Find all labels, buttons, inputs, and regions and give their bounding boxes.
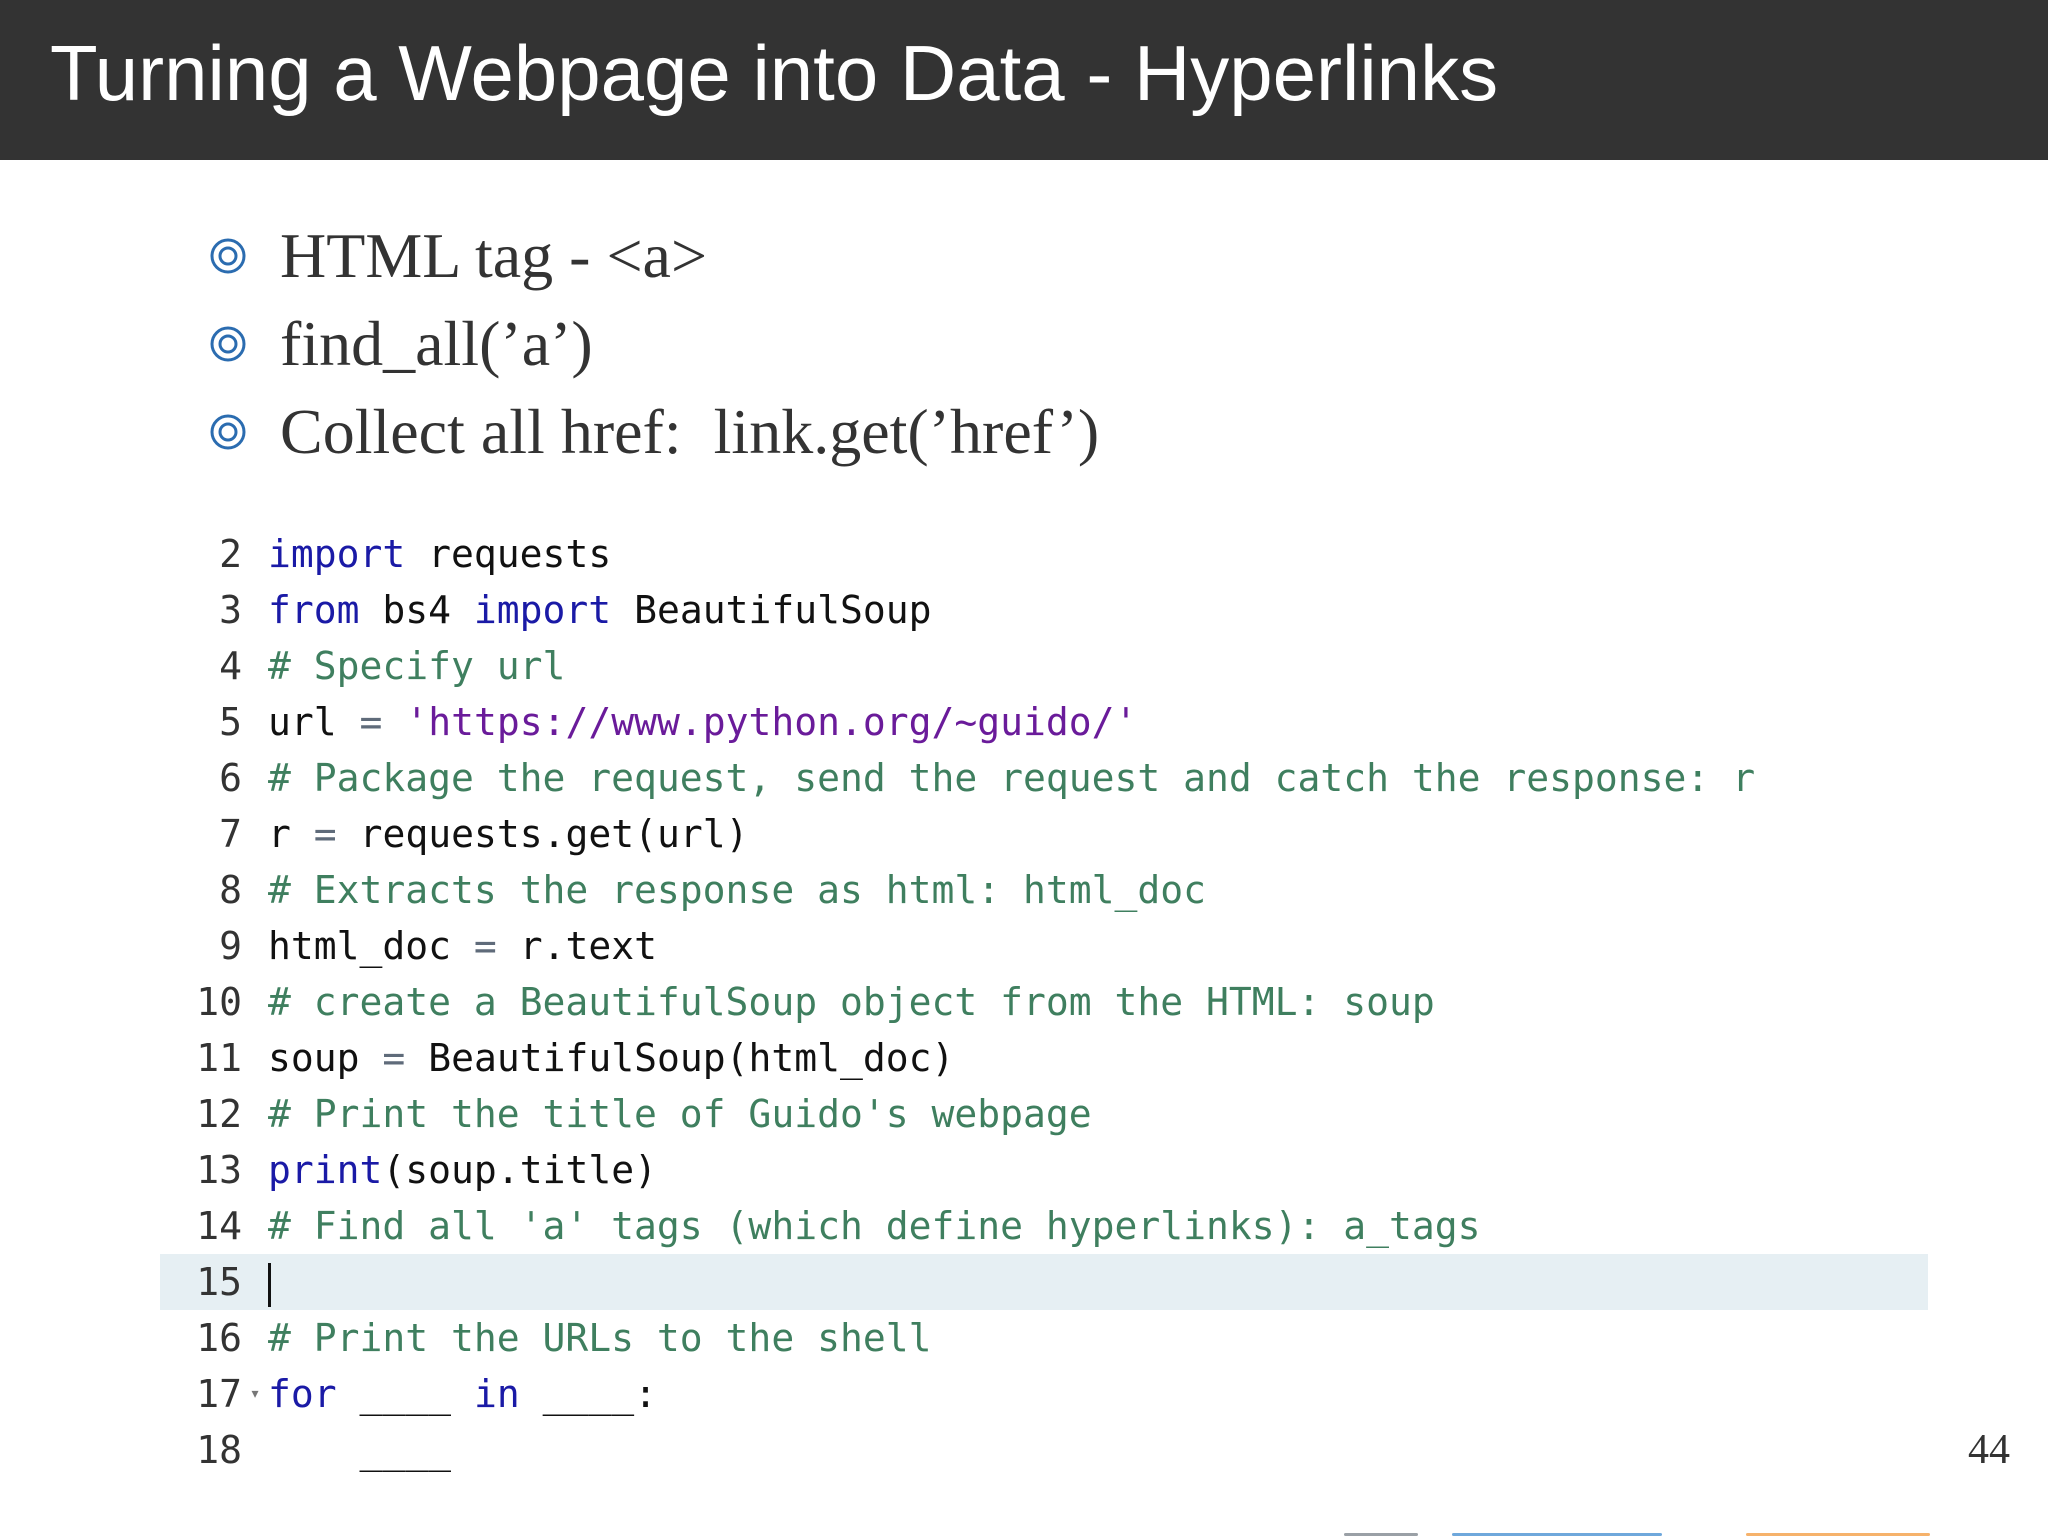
code-line[interactable]: 10 # create a BeautifulSoup object from t…: [160, 974, 1928, 1030]
code-text: # Print the URLs to the shell: [268, 1316, 932, 1360]
line-number: 2: [219, 532, 242, 576]
title-bar: Turning a Webpage into Data - Hyperlinks: [0, 0, 2048, 160]
line-number: 16: [196, 1316, 242, 1360]
line-number: 10: [196, 980, 242, 1024]
code-text: # Extracts the response as html: html_do…: [268, 868, 1206, 912]
slide-title: Turning a Webpage into Data - Hyperlinks: [50, 29, 1499, 117]
code-text: import requests: [268, 532, 612, 576]
line-number: 9: [219, 924, 242, 968]
line-number: 4: [219, 644, 242, 688]
code-line[interactable]: 2 import requests: [160, 526, 1928, 582]
code-line[interactable]: 4 # Specify url: [160, 638, 1928, 694]
line-number: 3: [219, 588, 242, 632]
code-text: # Find all 'a' tags (which define hyperl…: [268, 1204, 1481, 1248]
circle-bullet-icon: [210, 414, 246, 450]
bullet-item: HTML tag - <a>: [208, 212, 1099, 300]
bullet-text: HTML tag - <a>: [280, 220, 708, 291]
line-number: 17: [196, 1372, 242, 1416]
code-text: # Print the title of Guido's webpage: [268, 1092, 1092, 1136]
text-cursor: [268, 1262, 271, 1307]
code-line[interactable]: 6 # Package the request, send the request…: [160, 750, 1928, 806]
bullet-text: Collect all href: link.get(’href’): [280, 396, 1100, 467]
code-line[interactable]: 5 url = 'https://www.python.org/~guido/': [160, 694, 1928, 750]
line-number: 5: [219, 700, 242, 744]
line-number: 6: [219, 756, 242, 800]
line-number: 15: [196, 1260, 242, 1304]
code-line[interactable]: 17 ▾ for ____ in ____:: [160, 1366, 1928, 1422]
line-number: 8: [219, 868, 242, 912]
code-text: r = requests.get(url): [268, 812, 749, 856]
code-text: # Package the request, send the request …: [268, 756, 1756, 800]
slide: Turning a Webpage into Data - Hyperlinks…: [0, 0, 2048, 1536]
bullet-item: find_all(’a’): [208, 300, 1099, 388]
bullet-text: find_all(’a’): [280, 308, 593, 379]
code-text: ____: [359, 1428, 452, 1472]
code-line[interactable]: 9 html_doc = r.text: [160, 918, 1928, 974]
line-number: 7: [219, 812, 242, 856]
code-line[interactable]: 15: [160, 1254, 1928, 1310]
line-number: 14: [196, 1204, 242, 1248]
page-number: 44: [1968, 1427, 2010, 1473]
code-line[interactable]: 11 soup = BeautifulSoup(html_doc): [160, 1030, 1928, 1086]
code-line[interactable]: 8 # Extracts the response as html: html_d…: [160, 862, 1928, 918]
code-editor[interactable]: 2 import requests 3 from bs4 import Beautif…: [160, 526, 1928, 1520]
code-text: url = 'https://www.python.org/~guido/': [268, 700, 1138, 744]
code-text: from bs4 import BeautifulSoup: [268, 588, 932, 632]
code-line[interactable]: 16 # Print the URLs to the shell: [160, 1310, 1928, 1366]
line-number: 13: [196, 1148, 242, 1192]
code-text: for ____ in ____:: [268, 1372, 657, 1416]
code-line[interactable]: 14 # Find all 'a' tags (which define hype…: [160, 1198, 1928, 1254]
circle-bullet-icon: [210, 326, 246, 362]
bullet-item: Collect all href: link.get(’href’): [208, 388, 1099, 476]
line-number: 12: [196, 1092, 242, 1136]
code-text: print(soup.title): [268, 1148, 657, 1192]
code-line[interactable]: 12 # Print the title of Guido's webpage: [160, 1086, 1928, 1142]
line-number: 11: [196, 1036, 242, 1080]
code-text: soup = BeautifulSoup(html_doc): [268, 1036, 955, 1080]
code-line[interactable]: 13 print(soup.title): [160, 1142, 1928, 1198]
line-number: 18: [196, 1428, 242, 1472]
code-text: # create a BeautifulSoup object from the…: [268, 980, 1435, 1024]
code-line[interactable]: 7 r = requests.get(url): [160, 806, 1928, 862]
bullet-list: HTML tag - <a> find_all(’a’) Collect all…: [208, 212, 1099, 476]
code-text: html_doc = r.text: [268, 924, 657, 968]
fold-arrow-icon[interactable]: ▾: [242, 1366, 268, 1422]
code-line[interactable]: 18 ____: [160, 1422, 1928, 1478]
circle-bullet-icon: [210, 238, 246, 274]
code-text: [268, 1254, 271, 1310]
code-text: # Specify url: [268, 644, 566, 688]
code-line[interactable]: 3 from bs4 import BeautifulSoup: [160, 582, 1928, 638]
